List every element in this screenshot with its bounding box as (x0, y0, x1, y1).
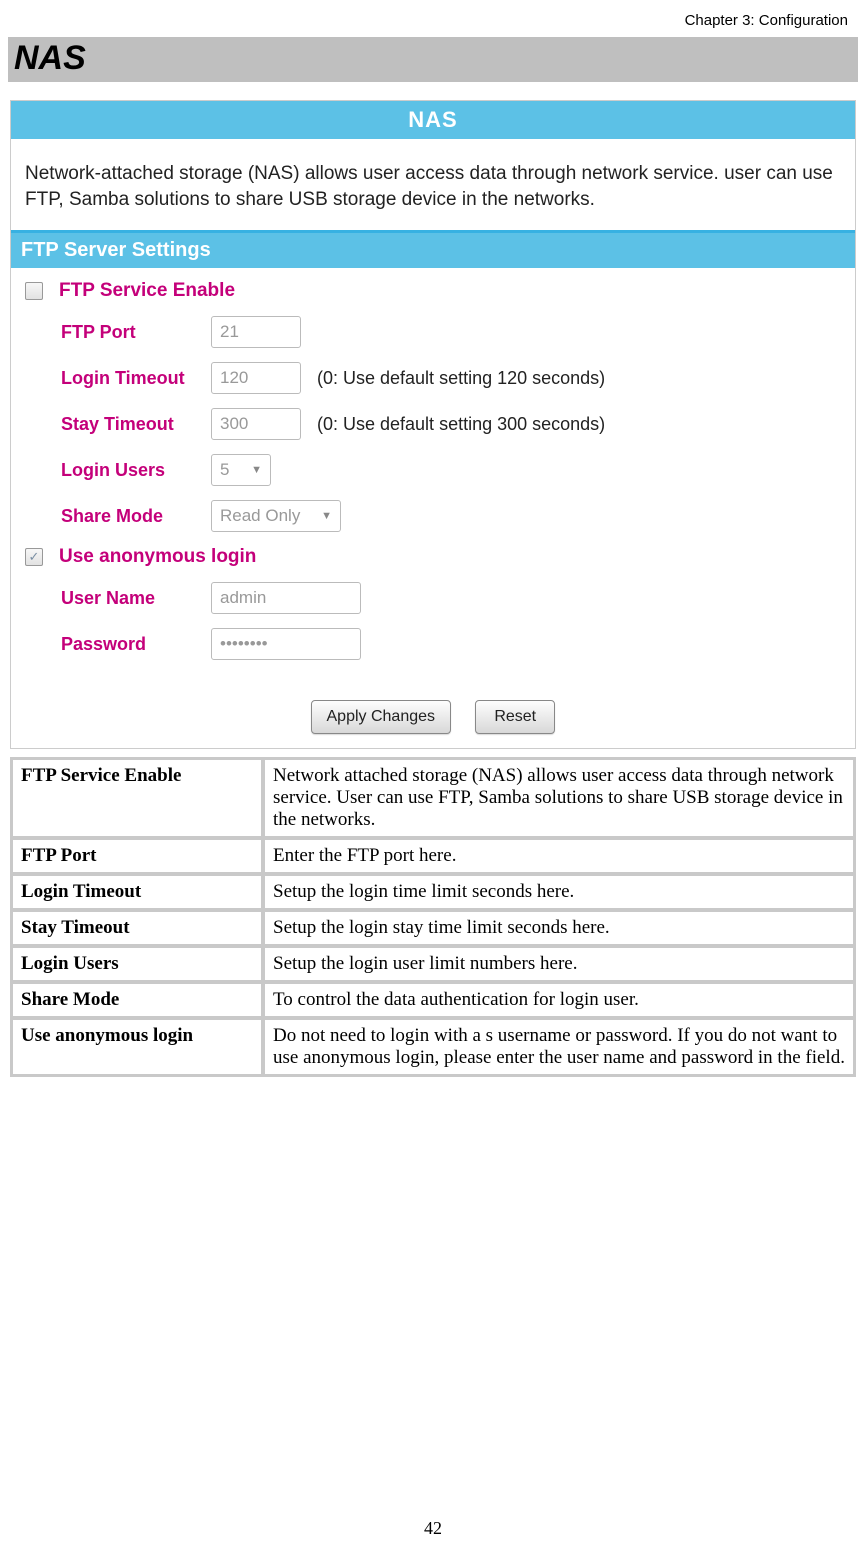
password-input[interactable] (211, 628, 361, 660)
apply-changes-button[interactable]: Apply Changes (311, 700, 451, 734)
login-timeout-hint: (0: Use default setting 120 seconds) (317, 368, 605, 389)
table-key: Use anonymous login (12, 1019, 262, 1075)
login-users-value: 5 (220, 460, 229, 480)
username-input[interactable] (211, 582, 361, 614)
password-row: Password (25, 628, 841, 660)
login-users-label: Login Users (61, 460, 211, 481)
table-row: Stay TimeoutSetup the login stay time li… (12, 911, 854, 945)
nas-description: Network-attached storage (NAS) allows us… (11, 139, 855, 230)
username-label: User Name (61, 588, 211, 609)
table-row: Login UsersSetup the login user limit nu… (12, 947, 854, 981)
chevron-down-icon: ▼ (321, 510, 332, 522)
ftp-enable-label: FTP Service Enable (59, 280, 235, 302)
share-mode-row: Share Mode Read Only ▼ (25, 500, 841, 532)
password-label: Password (61, 634, 211, 655)
anon-login-label: Use anonymous login (59, 546, 256, 568)
table-key: FTP Port (12, 839, 262, 873)
table-key: Login Users (12, 947, 262, 981)
table-row: FTP PortEnter the FTP port here. (12, 839, 854, 873)
table-val: Enter the FTP port here. (264, 839, 854, 873)
button-row: Apply Changes Reset (11, 682, 855, 748)
ftp-enable-checkbox[interactable] (25, 282, 43, 300)
table-row: Use anonymous loginDo not need to login … (12, 1019, 854, 1075)
table-val: Setup the login time limit seconds here. (264, 875, 854, 909)
login-timeout-label: Login Timeout (61, 368, 211, 389)
ftp-port-input[interactable] (211, 316, 301, 348)
nas-panel: NAS Network-attached storage (NAS) allow… (10, 100, 856, 749)
stay-timeout-row: Stay Timeout (0: Use default setting 300… (25, 408, 841, 440)
table-key: FTP Service Enable (12, 759, 262, 837)
page-header: Chapter 3: Configuration (0, 0, 866, 37)
ftp-settings-title: FTP Server Settings (11, 233, 855, 268)
stay-timeout-input[interactable] (211, 408, 301, 440)
login-timeout-row: Login Timeout (0: Use default setting 12… (25, 362, 841, 394)
page-number: 42 (0, 1518, 866, 1539)
ftp-enable-row: FTP Service Enable (25, 280, 841, 302)
anon-login-checkbox[interactable]: ✓ (25, 548, 43, 566)
ftp-port-label: FTP Port (61, 322, 211, 343)
description-table: FTP Service EnableNetwork attached stora… (10, 757, 856, 1077)
table-key: Login Timeout (12, 875, 262, 909)
table-val: Setup the login stay time limit seconds … (264, 911, 854, 945)
share-mode-value: Read Only (220, 506, 300, 526)
chevron-down-icon: ▼ (251, 464, 262, 476)
username-row: User Name (25, 582, 841, 614)
share-mode-label: Share Mode (61, 506, 211, 527)
share-mode-select[interactable]: Read Only ▼ (211, 500, 341, 532)
table-val: To control the data authentication for l… (264, 983, 854, 1017)
table-key: Stay Timeout (12, 911, 262, 945)
table-val: Network attached storage (NAS) allows us… (264, 759, 854, 837)
login-users-row: Login Users 5 ▼ (25, 454, 841, 486)
section-title: NAS (8, 37, 858, 82)
ftp-port-row: FTP Port (25, 316, 841, 348)
table-row: Login TimeoutSetup the login time limit … (12, 875, 854, 909)
table-val: Do not need to login with a s username o… (264, 1019, 854, 1075)
table-key: Share Mode (12, 983, 262, 1017)
table-val: Setup the login user limit numbers here. (264, 947, 854, 981)
nas-title-bar: NAS (11, 101, 855, 139)
login-users-select[interactable]: 5 ▼ (211, 454, 271, 486)
login-timeout-input[interactable] (211, 362, 301, 394)
table-row: FTP Service EnableNetwork attached stora… (12, 759, 854, 837)
stay-timeout-label: Stay Timeout (61, 414, 211, 435)
ftp-form: FTP Service Enable FTP Port Login Timeou… (11, 268, 855, 682)
reset-button[interactable]: Reset (475, 700, 555, 734)
table-row: Share ModeTo control the data authentica… (12, 983, 854, 1017)
stay-timeout-hint: (0: Use default setting 300 seconds) (317, 414, 605, 435)
anon-login-row: ✓ Use anonymous login (25, 546, 841, 568)
